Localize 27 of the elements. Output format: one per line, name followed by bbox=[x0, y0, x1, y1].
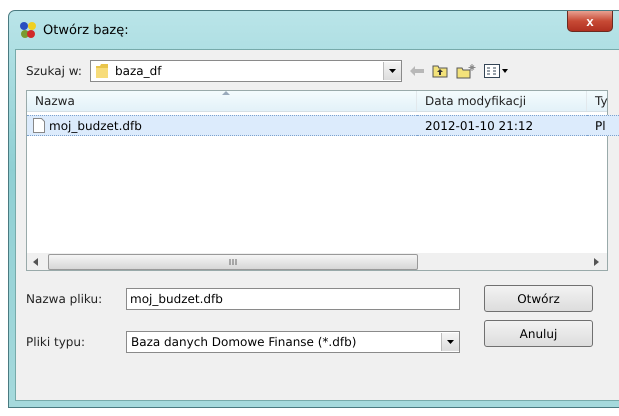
grip-icon bbox=[229, 258, 237, 264]
scroll-left-icon[interactable] bbox=[33, 258, 38, 266]
column-header[interactable]: Ty bbox=[587, 91, 619, 111]
file-type-label: Pliki typu: bbox=[26, 335, 86, 349]
file-name-cell[interactable]: moj_budzet.dfb bbox=[27, 115, 417, 136]
caret-icon bbox=[388, 69, 396, 73]
file-icon bbox=[33, 118, 45, 133]
scroll-right-icon[interactable] bbox=[594, 258, 599, 266]
look-in-dropdown[interactable]: baza_df bbox=[90, 60, 402, 82]
folder-icon bbox=[94, 63, 109, 79]
file-name-field[interactable]: moj_budzet.dfb bbox=[126, 288, 460, 310]
file-type-dropdown[interactable]: Baza danych Domowe Finanse (*.dfb) bbox=[126, 331, 460, 353]
date-cell: 2012-01-10 21:12 bbox=[417, 115, 587, 136]
look-in-label: Szukaj w: bbox=[26, 64, 82, 78]
new-folder-icon[interactable] bbox=[456, 64, 476, 78]
file-name-label: Nazwa pliku: bbox=[26, 292, 104, 306]
column-header[interactable]: Nazwa bbox=[27, 91, 417, 111]
app-icon bbox=[19, 21, 37, 39]
caret-icon bbox=[447, 340, 454, 344]
type-cell: Pl bbox=[587, 115, 619, 136]
dialog-button[interactable]: Otwórz bbox=[484, 285, 593, 312]
dialog-button[interactable]: Anuluj bbox=[484, 320, 593, 347]
column-header[interactable]: Data modyfikacji bbox=[417, 91, 587, 111]
up-folder-icon[interactable] bbox=[432, 64, 448, 78]
window-title: Otwórz bazę: bbox=[43, 22, 129, 38]
close-button[interactable]: x bbox=[567, 11, 613, 32]
view-menu-icon[interactable] bbox=[484, 64, 508, 78]
